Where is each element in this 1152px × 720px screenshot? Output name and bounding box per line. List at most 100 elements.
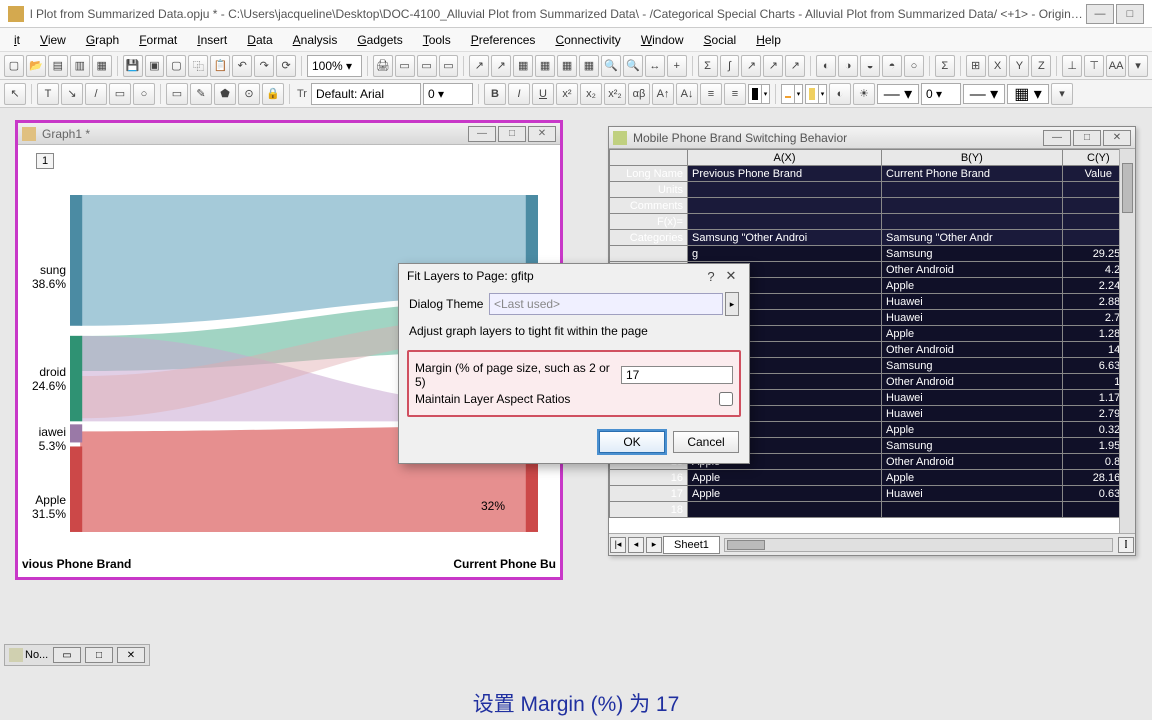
fontcolor-swatch[interactable]: ▾ [748, 84, 770, 104]
tool-video[interactable]: ▭ [439, 55, 459, 77]
align1[interactable]: ≡ [700, 83, 722, 105]
tool-import[interactable]: ▢ [166, 55, 186, 77]
tool-zoomin[interactable]: 🔍 [601, 55, 621, 77]
tool-axis1[interactable]: ⊥ [1062, 55, 1082, 77]
tool-mask5[interactable]: ○ [904, 55, 924, 77]
tool-newmatrix[interactable]: ▦ [92, 55, 112, 77]
graph-max-button[interactable]: □ [498, 126, 526, 142]
tool-copy[interactable]: ⿻ [188, 55, 208, 77]
workbook-min-button[interactable]: — [1043, 130, 1071, 146]
italic-button[interactable]: I [508, 83, 530, 105]
app-maximize-button[interactable]: □ [1116, 4, 1144, 24]
tool-ellipse[interactable]: ○ [133, 83, 155, 105]
workbook-max-button[interactable]: □ [1073, 130, 1101, 146]
linecolor-swatch[interactable]: ▾ [781, 84, 803, 104]
bold-button[interactable]: B [484, 83, 506, 105]
minimized-window[interactable]: No... ▭ □ ✕ [4, 644, 150, 666]
table-row[interactable]: gSamsung29.25% [610, 246, 1135, 262]
tool-circ[interactable]: ⊙ [238, 83, 260, 105]
dialog-help-button[interactable]: ? [701, 267, 721, 285]
tool-pointer[interactable]: ↖ [4, 83, 26, 105]
meta-longname[interactable]: Long Name [610, 166, 688, 182]
table-row[interactable]: 17AppleHuawei0.63% [610, 486, 1135, 502]
supsub-button[interactable]: x²₂ [604, 83, 626, 105]
col-A[interactable]: A(X) [688, 150, 882, 166]
tool-fit3[interactable]: ↗ [785, 55, 805, 77]
worksheet-vscroll[interactable] [1119, 149, 1135, 533]
menu-data[interactable]: Data [237, 31, 282, 49]
subscript-button[interactable]: x₂ [580, 83, 602, 105]
graph-close-button[interactable]: ✕ [528, 126, 556, 142]
light-button[interactable]: ☀ [853, 83, 875, 105]
menu-preferences[interactable]: Preferences [461, 31, 546, 49]
menu-connectivity[interactable]: Connectivity [545, 31, 630, 49]
workbook-close-button[interactable]: ✕ [1103, 130, 1131, 146]
tool-line[interactable]: / [85, 83, 107, 105]
tool-axis2[interactable]: ⊤ [1084, 55, 1104, 77]
increase-font[interactable]: A↑ [652, 83, 674, 105]
menu-format[interactable]: Format [129, 31, 187, 49]
menu-insert[interactable]: Insert [187, 31, 237, 49]
sheet-nav-next[interactable]: ▸ [646, 537, 662, 553]
tool-dup[interactable]: ▦ [579, 55, 599, 77]
sheet-hscroll[interactable] [724, 538, 1113, 552]
tool-rescale[interactable]: ↗ [469, 55, 489, 77]
tool-panning[interactable]: ↔ [645, 55, 665, 77]
tool-new[interactable]: ▢ [4, 55, 24, 77]
tool-stats2[interactable]: ∫ [720, 55, 740, 77]
tool-screen[interactable]: ▭ [395, 55, 415, 77]
font-combo[interactable]: Default: Arial [311, 83, 421, 105]
tool-x[interactable]: X [988, 55, 1008, 77]
menu-help[interactable]: Help [746, 31, 791, 49]
tool-rescale2[interactable]: ↗ [491, 55, 511, 77]
sheet-tab[interactable]: Sheet1 [663, 536, 720, 554]
tool-newwb[interactable]: ▤ [48, 55, 68, 77]
menu-analysis[interactable]: Analysis [283, 31, 348, 49]
sheet-splitter[interactable]: ⫿ [1118, 537, 1134, 553]
decrease-font[interactable]: A↓ [676, 83, 698, 105]
theme-dropdown[interactable]: ▸ [725, 292, 739, 316]
dialog-titlebar[interactable]: Fit Layers to Page: gfitp ? ✕ [399, 264, 749, 288]
tool-rect[interactable]: ▭ [109, 83, 131, 105]
tool-reader[interactable]: + [667, 55, 687, 77]
col-B[interactable]: B(Y) [882, 150, 1063, 166]
tool-open[interactable]: 📂 [26, 55, 46, 77]
tool-arrow[interactable]: ↘ [61, 83, 83, 105]
tool-region[interactable]: ▭ [166, 83, 188, 105]
min-close-button[interactable]: ✕ [117, 647, 145, 663]
pattern-combo[interactable]: ▦ ▾ [1007, 84, 1049, 104]
tool-stats1[interactable]: Σ [698, 55, 718, 77]
dialog-close-button[interactable]: ✕ [721, 267, 741, 285]
menu-tools[interactable]: Tools [413, 31, 461, 49]
tool-extract[interactable]: ▦ [535, 55, 555, 77]
aspect-checkbox[interactable] [719, 392, 733, 406]
meta-fx[interactable]: F(x)= [610, 214, 688, 230]
sheet-nav-prev[interactable]: ◂ [628, 537, 644, 553]
margin-input[interactable] [621, 366, 733, 384]
zoom-combo[interactable]: 100% ▾ [307, 55, 362, 77]
ok-button[interactable]: OK [599, 431, 665, 453]
tool-redo[interactable]: ↷ [254, 55, 274, 77]
linestyle-combo[interactable]: — ▾ [877, 84, 919, 104]
tool-merge[interactable]: ▦ [557, 55, 577, 77]
linewidth-combo[interactable]: 0 ▾ [921, 83, 961, 105]
tool-mask3[interactable]: ◒ [860, 55, 880, 77]
tool-fit2[interactable]: ↗ [763, 55, 783, 77]
tool-undo[interactable]: ↶ [232, 55, 252, 77]
theme-field[interactable]: <Last used> [489, 293, 723, 315]
menu-view[interactable]: View [30, 31, 76, 49]
tool-y[interactable]: Y [1009, 55, 1029, 77]
fontsize-combo[interactable]: 0 ▾ [423, 83, 473, 105]
tool-antialias[interactable]: AA [1106, 55, 1126, 77]
tool-addlayer[interactable]: ▦ [513, 55, 533, 77]
menu-window[interactable]: Window [631, 31, 694, 49]
table-row[interactable]: 18 [610, 502, 1135, 518]
meta-units[interactable]: Units [610, 182, 688, 198]
tool-refresh[interactable]: ⟳ [276, 55, 296, 77]
tool-mask2[interactable]: ◑ [838, 55, 858, 77]
tool-lock[interactable]: 🔒 [262, 83, 284, 105]
toolbar-overflow[interactable]: ▾ [1051, 83, 1073, 105]
dash-combo[interactable]: — ▾ [963, 84, 1005, 104]
tool-sigma[interactable]: Σ [935, 55, 955, 77]
tool-legend[interactable]: ⊞ [966, 55, 986, 77]
